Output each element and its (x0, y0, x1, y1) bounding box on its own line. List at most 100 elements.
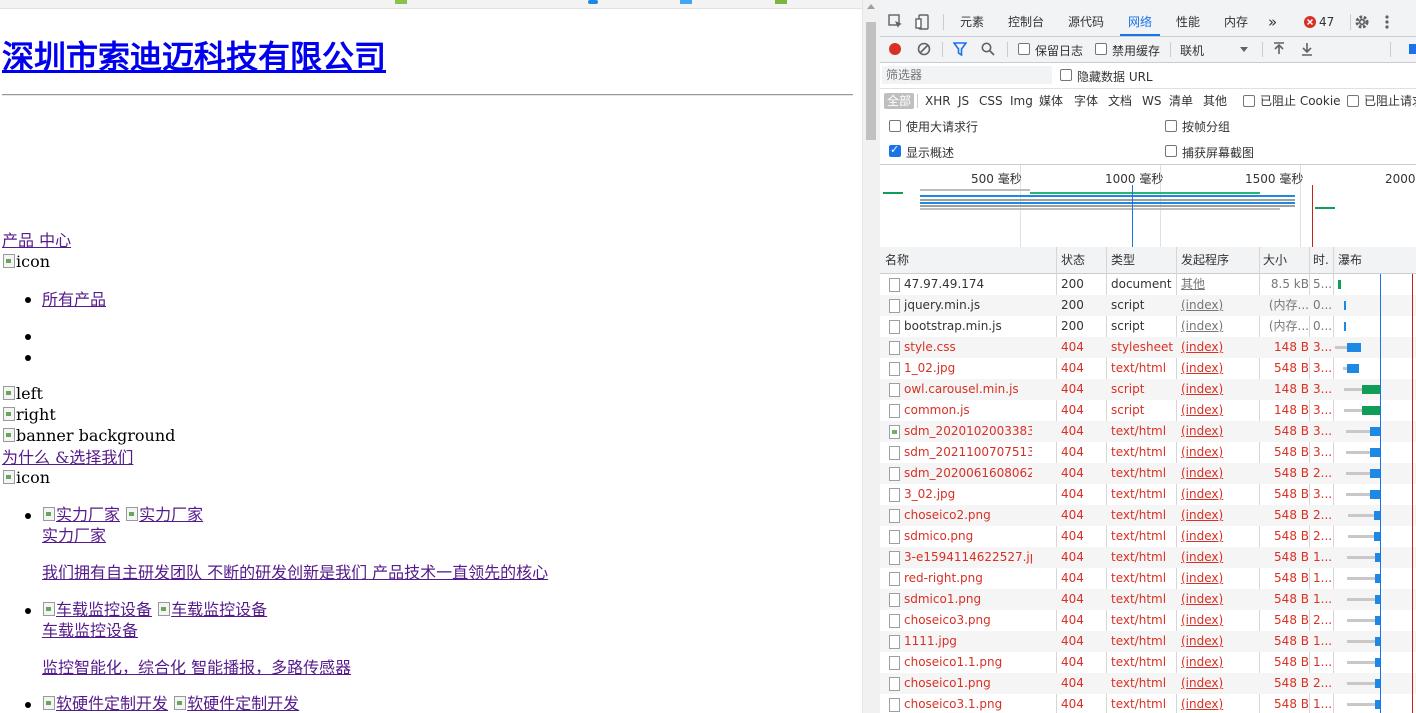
request-initiator[interactable]: (index) (1181, 505, 1256, 526)
feature-images[interactable]: 软硬件定制开发 软硬件定制开发 (42, 694, 299, 713)
list-item[interactable]: 所有产品 (42, 290, 106, 310)
request-name[interactable]: red-right.png (904, 568, 1032, 589)
tab-memory[interactable]: 内存 (1224, 0, 1248, 36)
request-name[interactable]: sdm_20201020033830.jpg (904, 421, 1032, 442)
request-name[interactable]: sdmico.png (904, 526, 1032, 547)
network-overview-timeline[interactable]: 500 毫秒 1000 毫秒 1500 毫秒 2000 毫 (880, 164, 1416, 248)
column-name[interactable]: 名称 (885, 247, 909, 273)
feature-images[interactable]: 车载监控设备 车载监控设备 (42, 600, 267, 620)
request-name[interactable]: choseico3.png (904, 610, 1032, 631)
request-initiator[interactable]: (index) (1181, 652, 1256, 673)
feature-title[interactable]: 实力厂家 (42, 526, 106, 546)
request-row[interactable]: 3-e1594114622527.jpg 404 text/html (index) 5… (880, 547, 1416, 568)
feature-image-link[interactable]: 实力厂家 (42, 505, 120, 524)
more-options-icon[interactable] (1384, 14, 1390, 30)
type-doc-button[interactable]: 文档 (1108, 93, 1132, 109)
request-initiator[interactable]: (index) (1181, 316, 1256, 337)
request-initiator[interactable]: (index) (1181, 295, 1256, 316)
request-row[interactable]: choseico1.1.png 404 text/html (index) 548 B 1… (880, 652, 1416, 673)
export-har-icon[interactable] (1301, 42, 1313, 56)
disable-cache-checkbox[interactable] (1095, 43, 1107, 55)
page-title[interactable]: 深圳市索迪迈科技有限公司 (2, 32, 386, 78)
type-all-button[interactable]: 全部 (884, 93, 915, 109)
why-choose-link[interactable]: 为什么 &选择我们 (2, 448, 133, 467)
request-row[interactable]: common.js 404 script (index) 148 B 3... (880, 400, 1416, 421)
type-media-button[interactable]: 媒体 (1039, 93, 1063, 109)
capture-screenshots-checkbox[interactable] (1165, 145, 1177, 157)
request-initiator[interactable]: (index) (1181, 400, 1256, 421)
product-center-link[interactable]: 产品 中心 (2, 231, 71, 250)
request-row[interactable]: sdmico.png 404 text/html (index) 548 B 2... (880, 526, 1416, 547)
request-initiator[interactable]: (index) (1181, 484, 1256, 505)
column-time[interactable]: 时. (1313, 247, 1329, 273)
type-other-button[interactable]: 其他 (1203, 93, 1227, 109)
request-name[interactable]: choseico2.png (904, 505, 1032, 526)
inspect-element-icon[interactable] (888, 14, 904, 30)
request-row[interactable]: choseico3.png 404 text/html (index) 548 B 2..… (880, 610, 1416, 631)
request-initiator[interactable]: (index) (1181, 463, 1256, 484)
feature-image-link[interactable]: 软硬件定制开发 (173, 694, 299, 713)
request-initiator[interactable]: (index) (1181, 610, 1256, 631)
column-initiator[interactable]: 发起程序 (1181, 247, 1229, 273)
request-initiator[interactable]: (index) (1181, 358, 1256, 379)
search-icon[interactable] (981, 42, 995, 56)
throttling-select[interactable]: 联机 (1180, 42, 1204, 59)
request-name[interactable]: 3-e1594114622527.jpg (904, 547, 1032, 568)
request-name[interactable]: choseico1.1.png (904, 652, 1032, 673)
scrollbar-thumb[interactable] (866, 22, 876, 140)
more-tabs-button[interactable]: » (1268, 0, 1277, 36)
column-size[interactable]: 大小 (1263, 247, 1287, 273)
tab-performance[interactable]: 性能 (1176, 0, 1200, 36)
column-type[interactable]: 类型 (1111, 247, 1135, 273)
feature-description[interactable]: 监控智能化，综合化 智能播报，多路传感器 (42, 658, 351, 678)
right-arrow-image[interactable]: right (2, 405, 56, 425)
network-conditions-icon[interactable] (1408, 43, 1416, 55)
type-xhr-button[interactable]: XHR (925, 93, 951, 109)
type-font-button[interactable]: 字体 (1074, 93, 1098, 109)
request-name[interactable]: 47.97.49.174 (904, 274, 1032, 295)
request-row[interactable]: red-right.png 404 text/html (index) 548 B 1..… (880, 568, 1416, 589)
request-initiator[interactable]: (index) (1181, 379, 1256, 400)
request-name[interactable]: 3_02.jpg (904, 484, 1032, 505)
request-initiator[interactable]: (index) (1181, 589, 1256, 610)
feature-image-link[interactable]: 车载监控设备 (157, 600, 267, 619)
request-name[interactable]: bootstrap.min.js (904, 316, 1032, 337)
request-row[interactable]: choseico1.png 404 text/html (index) 548 B 2..… (880, 673, 1416, 694)
request-initiator[interactable]: (index) (1181, 337, 1256, 358)
left-arrow-image[interactable]: left (2, 384, 43, 404)
request-initiator[interactable]: (index) (1181, 673, 1256, 694)
request-row[interactable]: jquery.min.js 200 script (index) (内存... 0... (880, 295, 1416, 316)
product-center[interactable]: 产品 中心 (2, 231, 71, 251)
request-row[interactable]: bootstrap.min.js 200 script (index) (内存... 0.… (880, 316, 1416, 337)
tab-console[interactable]: 控制台 (1008, 0, 1044, 36)
filter-input[interactable] (882, 66, 1052, 84)
feature-images[interactable]: 实力厂家 实力厂家 (42, 505, 203, 525)
filter-icon[interactable] (953, 42, 967, 56)
request-row[interactable]: choseico2.png 404 text/html (index) 548 B 2..… (880, 505, 1416, 526)
request-name[interactable]: jquery.min.js (904, 295, 1032, 316)
feature-description[interactable]: 我们拥有自主研发团队 不断的研发创新是我们 产品技术一直领先的核心 (42, 563, 548, 583)
error-icon[interactable] (1304, 16, 1316, 28)
request-row[interactable]: choseico3.1.png 404 text/html (index) 548 B 1… (880, 694, 1416, 713)
request-initiator[interactable]: (index) (1181, 568, 1256, 589)
show-overview-checkbox[interactable] (889, 143, 901, 157)
request-initiator[interactable]: (index) (1181, 526, 1256, 547)
tab-network[interactable]: 网络 (1119, 0, 1161, 36)
request-name[interactable]: owl.carousel.min.js (904, 379, 1032, 400)
device-toolbar-icon[interactable] (915, 14, 931, 30)
request-row[interactable]: sdm_20211007075137.jpg 404 text/html (index… (880, 442, 1416, 463)
hide-data-urls-checkbox[interactable] (1060, 69, 1072, 81)
column-waterfall[interactable]: 瀑布 (1338, 247, 1362, 273)
request-initiator[interactable]: (index) (1181, 694, 1256, 713)
request-name[interactable]: sdm_20211007075137.jpg (904, 442, 1032, 463)
request-name[interactable]: common.js (904, 400, 1032, 421)
type-manifest-button[interactable]: 清单 (1169, 93, 1193, 109)
blocked-requests-checkbox[interactable] (1347, 95, 1359, 107)
tab-elements[interactable]: 元素 (960, 0, 984, 36)
request-initiator[interactable]: (index) (1181, 442, 1256, 463)
request-name[interactable]: style.css (904, 337, 1032, 358)
request-initiator[interactable]: (index) (1181, 547, 1256, 568)
request-row[interactable]: style.css 404 stylesheet (index) 148 B 3... (880, 337, 1416, 358)
blocked-cookies-checkbox[interactable] (1243, 95, 1255, 107)
preserve-log-checkbox[interactable] (1018, 43, 1030, 55)
